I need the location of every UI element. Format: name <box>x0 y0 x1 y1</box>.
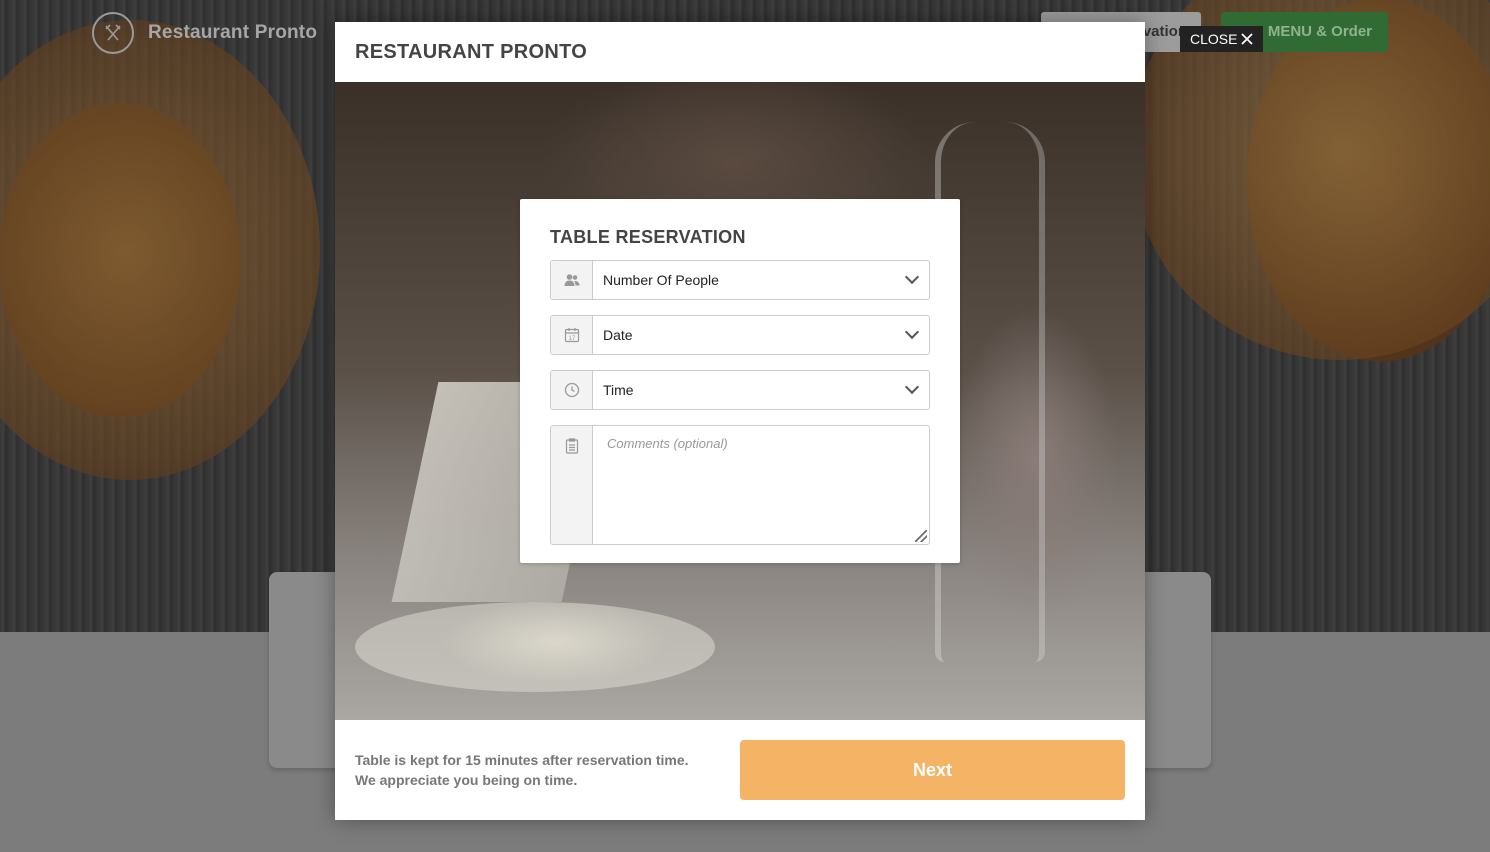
close-label: CLOSE <box>1190 31 1238 47</box>
notepad-icon <box>551 426 593 544</box>
people-select[interactable]: Number Of People <box>593 261 929 299</box>
people-field: Number Of People <box>550 260 930 300</box>
time-select-value: Time <box>603 382 634 398</box>
close-icon <box>1241 33 1254 45</box>
fork-knife-icon <box>92 12 134 54</box>
form-title: TABLE RESERVATION <box>550 227 746 247</box>
comments-field: Comments (optional) <box>550 425 930 545</box>
chevron-down-icon <box>904 269 920 285</box>
chevron-down-icon <box>904 379 920 395</box>
date-field: 17 Date <box>550 315 930 355</box>
chevron-down-icon <box>904 324 920 340</box>
site-logo[interactable]: Restaurant Pronto <box>92 12 317 54</box>
time-field: Time <box>550 370 930 410</box>
comments-textarea[interactable]: Comments (optional) <box>593 426 929 544</box>
modal-body: TABLE RESERVATION Number Of People 17 Da… <box>335 82 1145 720</box>
calendar-icon: 17 <box>551 316 593 354</box>
next-button[interactable]: Next <box>740 740 1125 800</box>
people-select-value: Number Of People <box>603 272 719 288</box>
reservation-form: TABLE RESERVATION Number Of People 17 Da… <box>520 199 960 563</box>
site-name: Restaurant Pronto <box>148 22 318 43</box>
reservation-note: Table is kept for 15 minutes after reser… <box>355 750 689 790</box>
people-icon <box>551 261 593 299</box>
resize-handle[interactable] <box>915 530 927 542</box>
modal-title: RESTAURANT PRONTO <box>355 40 588 63</box>
close-button[interactable]: CLOSE <box>1180 26 1264 52</box>
date-select-value: Date <box>603 327 633 343</box>
reservation-modal: RESTAURANT PRONTO TABLE RESERVATION Numb… <box>335 22 1145 820</box>
reservation-note-line1: Table is kept for 15 minutes after reser… <box>355 752 689 768</box>
modal-header: RESTAURANT PRONTO <box>335 22 1145 82</box>
clock-icon <box>551 371 593 409</box>
comments-placeholder: Comments (optional) <box>607 436 728 451</box>
reservation-note-line2: We appreciate you being on time. <box>355 772 578 788</box>
date-select[interactable]: Date <box>593 316 929 354</box>
svg-text:17: 17 <box>568 336 575 342</box>
time-select[interactable]: Time <box>593 371 929 409</box>
background-plate <box>355 602 715 692</box>
modal-footer: Table is kept for 15 minutes after reser… <box>335 720 1145 820</box>
